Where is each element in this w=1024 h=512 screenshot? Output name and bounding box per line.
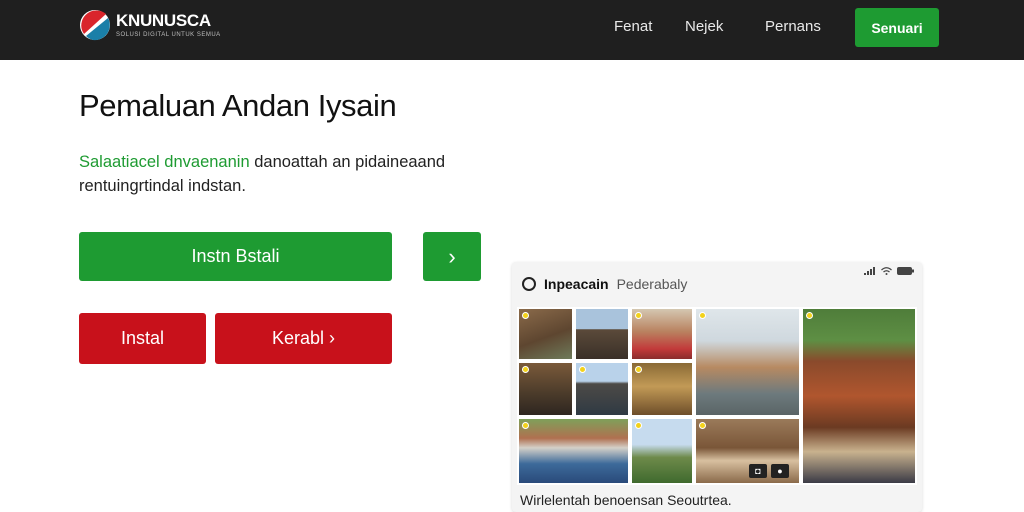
selected-dot-icon (635, 312, 642, 319)
app-logo-icon (522, 277, 536, 291)
camera-icon[interactable]: ◘ (749, 464, 767, 478)
gallery-photo-ceremony[interactable] (517, 361, 574, 417)
preview-caption: Wirlelentah benoensan Seoutrtea. (520, 492, 732, 508)
selected-dot-icon (522, 422, 529, 429)
record-icon[interactable]: ● (771, 464, 789, 478)
selected-dot-icon (699, 312, 706, 319)
brand-name[interactable]: KNUNUSCA (116, 11, 211, 31)
gallery-photo-family[interactable] (694, 307, 801, 417)
app-preview-card: Inpeacain Pederabaly ◘ ● Wirlelentah ben… (512, 262, 922, 512)
gallery-photo-portrait-pair[interactable] (630, 307, 694, 361)
gallery-photo-traditional-house[interactable] (801, 307, 917, 485)
selected-dot-icon (699, 422, 706, 429)
battery-icon (897, 267, 914, 275)
status-bar (864, 267, 914, 275)
gallery-photo-building[interactable] (517, 307, 574, 361)
header-cta-button[interactable]: Senuari (855, 8, 939, 47)
top-navigation-bar: KNUNUSCA SOLUSI DIGITAL UNTUK SEMUA Fena… (0, 0, 1024, 60)
wifi-icon (881, 267, 892, 275)
photo-gallery: ◘ ● (517, 307, 917, 485)
gallery-photo-hall[interactable]: ◘ ● (694, 417, 801, 485)
selected-dot-icon (635, 366, 642, 373)
next-arrow-button[interactable]: › (423, 232, 481, 281)
selected-dot-icon (579, 366, 586, 373)
gallery-photo-students[interactable] (517, 417, 630, 485)
selected-dot-icon (522, 366, 529, 373)
preview-app-name: Inpeacain (544, 276, 609, 292)
preview-header: Inpeacain Pederabaly (522, 276, 687, 292)
brand-logo-icon[interactable] (79, 8, 111, 42)
kerabl-button[interactable]: Kerabl › (215, 313, 392, 364)
nav-link-fenat[interactable]: Fenat (614, 18, 652, 35)
nav-link-nejek[interactable]: Nejek (685, 18, 723, 35)
gallery-photo-crowd[interactable] (574, 361, 630, 417)
preview-app-subtitle: Pederabaly (616, 276, 688, 292)
gallery-photo-field[interactable] (630, 417, 694, 485)
selected-dot-icon (635, 422, 642, 429)
description-highlight: Salaatiacel dnvaenanin (79, 153, 250, 171)
install-main-button[interactable]: Instn Bstali (79, 232, 392, 281)
signal-icon (864, 267, 875, 275)
gallery-photo-group[interactable] (574, 307, 630, 361)
photo-actions: ◘ ● (749, 464, 789, 478)
page-description: Salaatiacel dnvaenanin danoattah an pida… (79, 150, 499, 198)
brand-tagline: SOLUSI DIGITAL UNTUK SEMUA (116, 32, 221, 38)
page-title: Pemaluan Andan Iysain (79, 88, 397, 123)
nav-link-pernans[interactable]: Pernans (765, 18, 821, 35)
gallery-photo-exhibit[interactable] (630, 361, 694, 417)
selected-dot-icon (806, 312, 813, 319)
instal-button[interactable]: Instal (79, 313, 206, 364)
selected-dot-icon (522, 312, 529, 319)
